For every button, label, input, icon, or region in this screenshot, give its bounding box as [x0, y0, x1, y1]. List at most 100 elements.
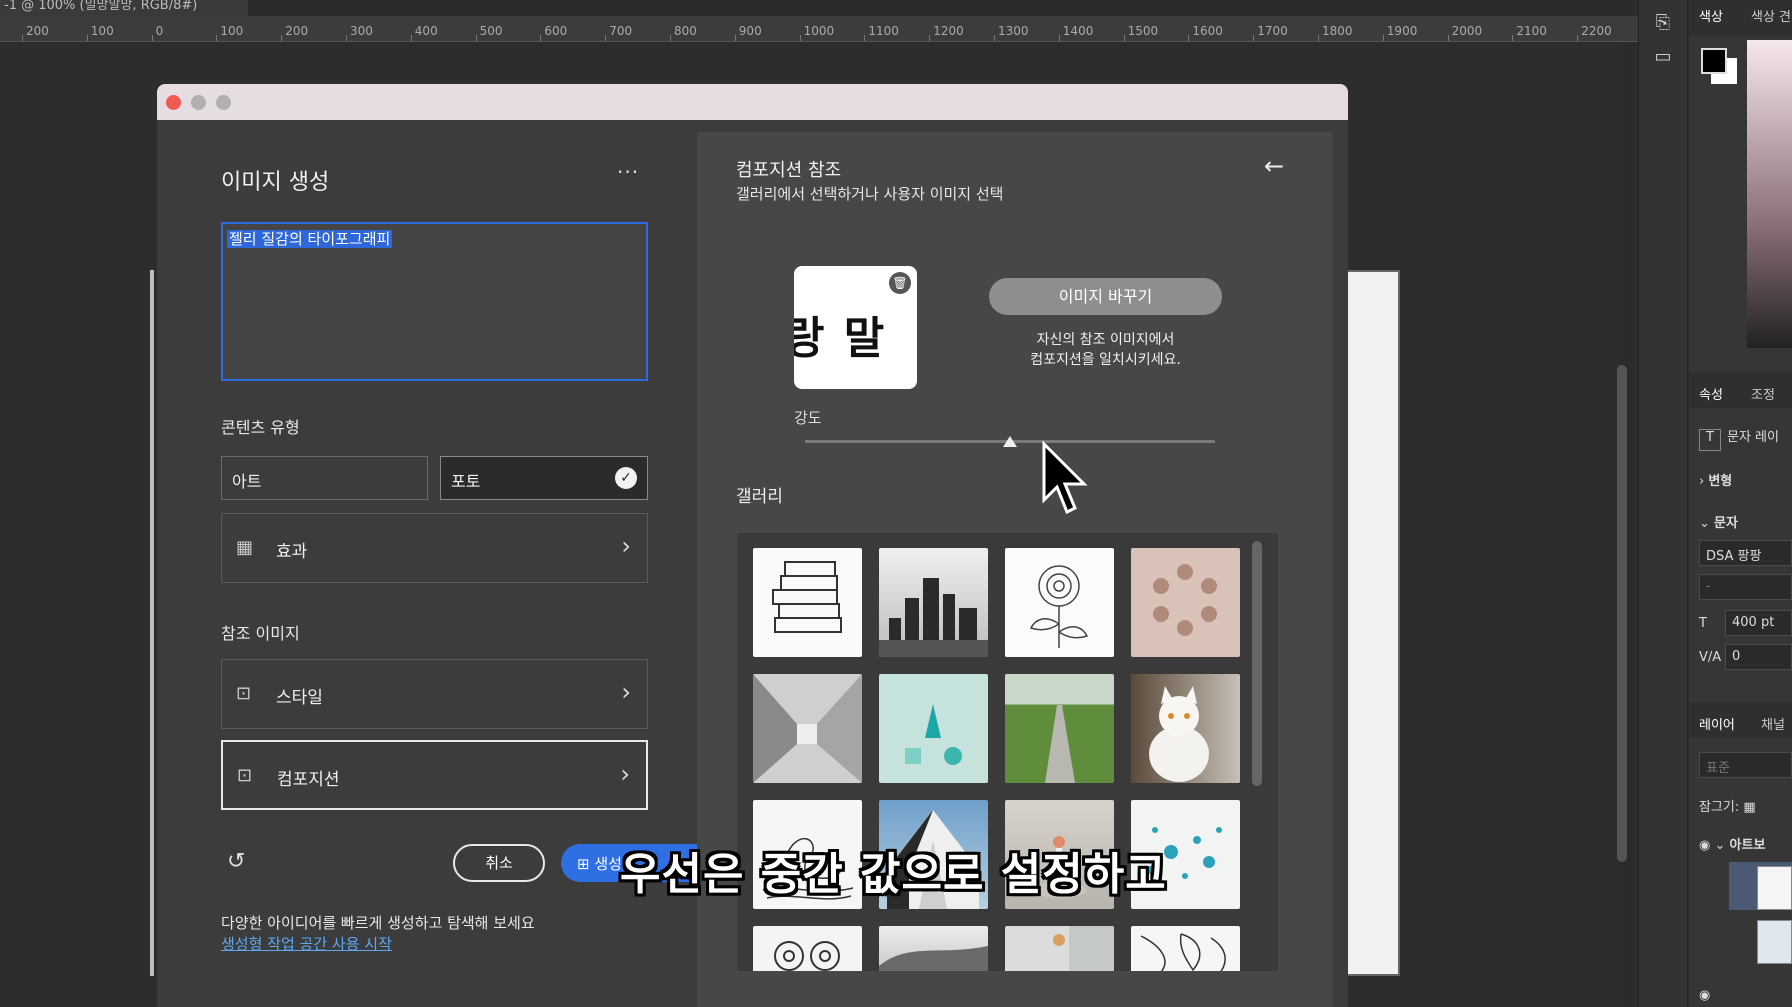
ruler-tick-mark	[1318, 35, 1319, 41]
gallery-tile-books[interactable]	[753, 548, 862, 657]
effects-button[interactable]: ▦ 효과 ›	[221, 513, 648, 583]
prompt-textarea[interactable]: 젤리 질감의 타이포그래피	[221, 222, 648, 381]
strength-slider-handle[interactable]	[1003, 436, 1017, 447]
gallery-tile-rose[interactable]	[1005, 548, 1114, 657]
ruler-tick-mark	[410, 35, 412, 41]
ruler-tick-mark	[1512, 35, 1514, 41]
generate-label: 생성	[594, 855, 622, 873]
reset-icon[interactable]: ↺	[227, 849, 245, 874]
lock-transparency-icon[interactable]: ▦	[1743, 800, 1755, 815]
composition-reference-button[interactable]: ⊡ 컴포지션 ›	[221, 740, 648, 810]
photo-label: 포토	[451, 472, 481, 491]
tab-color[interactable]: 색상	[1699, 6, 1723, 25]
chevron-down-icon: ⌄	[1699, 516, 1715, 531]
workspace-link[interactable]: 생성형 작업 공간 사용 시작	[221, 933, 392, 954]
font-style-select[interactable]: -	[1699, 574, 1792, 600]
gallery-tile-corridor[interactable]	[753, 674, 862, 783]
ruler-tick-mark	[1123, 35, 1125, 41]
content-type-photo-button[interactable]: 포토 ✓	[440, 456, 648, 500]
ruler-tick-label: 1700	[1257, 24, 1288, 38]
tab-layers[interactable]: 레이어	[1699, 714, 1735, 733]
layer-row[interactable]	[1729, 862, 1792, 910]
description-line: 컴포지션을 일치시키세요.	[1030, 352, 1181, 368]
foreground-swatch[interactable]	[1701, 48, 1727, 74]
ruler-tick-mark	[22, 35, 23, 41]
maximize-window-button[interactable]	[216, 95, 231, 110]
font-size-row: T	[1699, 616, 1707, 631]
character-section[interactable]: ⌄ 문자	[1699, 512, 1738, 531]
ruler-tick-label: 0	[155, 24, 164, 38]
font-size-input[interactable]: 400 pt	[1725, 610, 1792, 636]
ruler-tick-label: 1900	[1386, 24, 1418, 38]
ruler-tick-mark	[540, 35, 542, 41]
gallery-tile-owl[interactable]	[753, 926, 862, 971]
font-family-select[interactable]: DSA 팡팡	[1699, 540, 1792, 566]
ruler-tick-label: 300	[350, 24, 373, 38]
cancel-button[interactable]: 취소	[453, 844, 545, 882]
ruler-tick-label: 900	[738, 24, 762, 38]
replace-image-button[interactable]: 이미지 바꾸기	[989, 278, 1222, 315]
tab-properties[interactable]: 속성	[1699, 384, 1723, 403]
ruler-tick-label: 100	[90, 24, 114, 38]
more-options-icon[interactable]: ···	[617, 160, 639, 184]
gallery-tile-bird[interactable]	[1131, 926, 1240, 971]
gallery-tile-road[interactable]	[1005, 674, 1114, 783]
color-picker-field[interactable]	[1747, 40, 1792, 348]
ruler-tick-label: 1500	[1127, 24, 1159, 38]
tab-channels[interactable]: 채널	[1761, 714, 1785, 733]
dialog-titlebar	[157, 84, 1348, 120]
eye-icon[interactable]: ◉	[1699, 988, 1710, 1003]
tracking-input[interactable]: 0	[1725, 644, 1792, 670]
back-arrow-icon[interactable]: ←	[1264, 152, 1284, 180]
close-window-button[interactable]	[166, 95, 181, 110]
ruler-tick-mark	[475, 35, 477, 41]
text-layer-icon: T	[1699, 429, 1721, 451]
history-icon[interactable]: ⎘	[1650, 12, 1676, 34]
reference-image-label: 참조 이미지	[221, 624, 300, 643]
artboard-layer-name: 아트보	[1729, 838, 1766, 853]
ruler-tick-label: 200	[26, 24, 49, 38]
gallery-tile-city[interactable]	[879, 548, 988, 657]
eye-icon[interactable]: ◉	[1699, 838, 1710, 853]
blend-mode-select[interactable]: 표준	[1699, 752, 1792, 778]
comment-icon[interactable]: ▭	[1650, 46, 1676, 68]
layer-row[interactable]	[1729, 916, 1792, 964]
gallery-tile-spheres[interactable]	[1131, 548, 1240, 657]
generate-icon: ⊞	[577, 855, 595, 873]
artboard-layer-row[interactable]: ◉ ⌄ 아트보	[1699, 834, 1765, 853]
reference-description: 자신의 참조 이미지에서 컴포지션을 일치시키세요.	[989, 330, 1222, 370]
style-label: 스타일	[276, 688, 323, 708]
transform-label: 변형	[1708, 474, 1733, 489]
ruler-tick-mark	[994, 35, 995, 41]
artboard[interactable]	[1346, 270, 1400, 976]
ruler-tick-label: 1800	[1322, 24, 1353, 38]
ruler-tick-label: 1600	[1192, 24, 1223, 38]
trash-icon[interactable]: 🗑	[889, 272, 911, 294]
lock-row: 잠그기: ▦	[1699, 796, 1756, 815]
gallery-tile-shapes[interactable]	[879, 674, 988, 783]
tab-adjustments[interactable]: 조정	[1751, 384, 1775, 403]
gallery-tile-dunes[interactable]	[879, 926, 988, 971]
ruler-tick-mark	[864, 35, 866, 41]
transform-section[interactable]: › 변형	[1699, 470, 1732, 489]
ruler-tick-mark	[1188, 35, 1190, 41]
canvas-scrollbar[interactable]	[1617, 365, 1627, 862]
checkmark-icon: ✓	[615, 467, 637, 489]
content-type-art-button[interactable]: 아트	[221, 456, 428, 500]
art-label: 아트	[232, 472, 262, 491]
reference-image[interactable]: 랑 말 🗑	[794, 266, 917, 389]
tab-swatches[interactable]: 색상 견	[1751, 6, 1791, 25]
character-label: 문자	[1714, 516, 1738, 531]
style-reference-button[interactable]: ⊡ 스타일 ›	[221, 659, 648, 729]
text-layer-row: T 문자 레이	[1699, 426, 1779, 451]
prompt-text: 젤리 질감의 타이포그래피	[227, 230, 393, 248]
ruler-tick-label: 2000	[1451, 24, 1483, 38]
video-caption: 우선은 중간 값으로 설정하고	[620, 849, 1167, 900]
gallery-tile-room[interactable]	[1005, 926, 1114, 971]
gallery-scrollbar[interactable]	[1252, 541, 1262, 786]
chevron-down-icon[interactable]: ⌄	[1714, 838, 1725, 853]
minimize-window-button[interactable]	[191, 95, 206, 110]
ruler-tick-mark	[1577, 35, 1579, 41]
ruler-tick-label: 1200	[933, 24, 964, 38]
gallery-tile-cat[interactable]	[1131, 674, 1240, 783]
